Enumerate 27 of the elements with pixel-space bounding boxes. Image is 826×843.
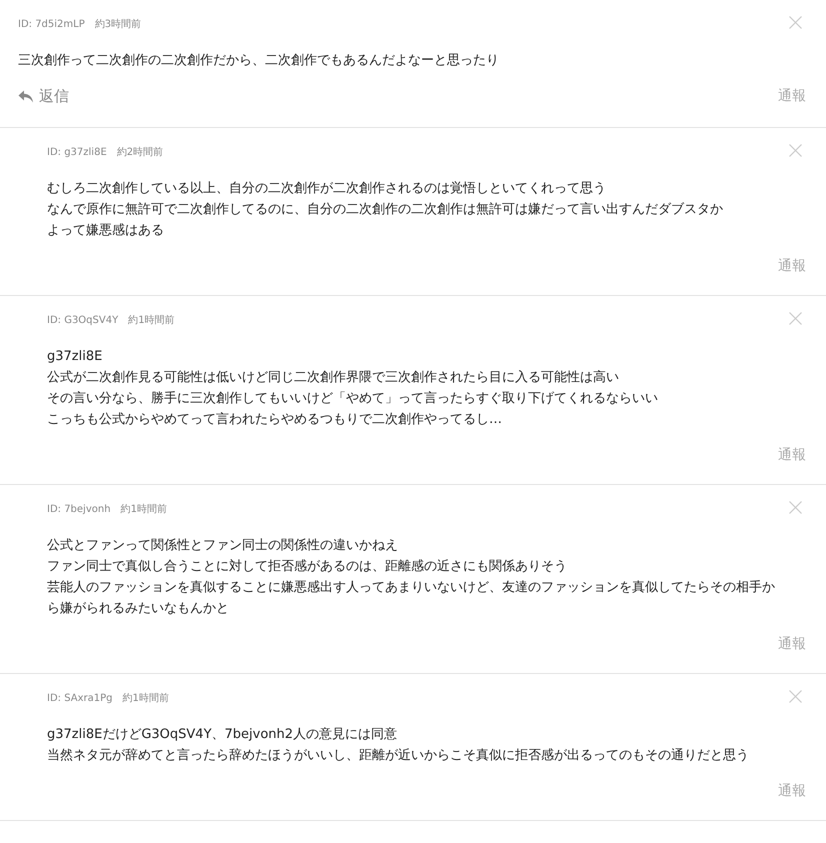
timestamp: 約2時間前 — [116, 146, 164, 160]
close-icon[interactable] — [789, 312, 802, 325]
user-id: ID: 7d5i2mLP — [18, 18, 85, 32]
timestamp: 約1時間前 — [122, 692, 169, 706]
timestamp: 約1時間前 — [120, 503, 167, 517]
comment-text: g37zli8E 公式が二次創作見る可能性は低いけど同じ二次創作界隈で三次創作されたら目に入る可能性は高い その言い分なら、勝手に三次創作してもいいけど「やめて」って言ったらすぐ取り下げてくれるならいい こっちも公式からやめてって言われたらやめるつもりで二次創作やってるし… — [47, 348, 659, 429]
report-link[interactable]: 通報 — [778, 256, 806, 276]
user-id: ID: g37zli8E — [47, 146, 107, 160]
user-id: ID: SAxra1Pg — [47, 692, 112, 706]
comment-text: g37zli8EだけどG3OqSV4Y、7bejvonh2人の意見には同意 当然ネタ元が辞めてと言ったら辞めたほうがいいし、距離が近いからこそ真似に拒否感が出るってのもその通りだと思う — [47, 726, 750, 765]
report-link[interactable]: 通報 — [778, 634, 806, 654]
comment-text: 公式とファンって関係性とファン同士の関係性の違いかねえ ファン同士で真似し合うことに対して拒否感があるのは、距離感の近さにも関係ありそう 芸能人のファッションを真似することに嫌悪感出す人ってあまりいないけど、友達のファッションを真似してたらその相手か ら嫌がられるみたいなもんかと — [47, 537, 776, 618]
comment-text: むしろ二次創作している以上、自分の二次創作が二次創作されるのは覚悟しといてくれって思う なんで原作に無許可で二次創作してるのに、自分の二次創作の二次創作は無許可は嫌だって言い出すんだダブスタか よって嫌悪感はある — [47, 180, 724, 240]
comment-text: 三次創作って二次創作の二次創作だから、二次創作でもあるんだよなーと思ったり — [18, 52, 500, 70]
close-icon[interactable] — [789, 16, 802, 29]
timestamp: 約3時間前 — [94, 18, 142, 32]
report-link[interactable]: 通報 — [778, 86, 806, 106]
close-icon[interactable] — [789, 690, 802, 703]
close-icon[interactable] — [789, 501, 802, 514]
reply-button[interactable]: 返信 — [18, 84, 69, 108]
close-icon[interactable] — [789, 144, 802, 157]
report-link[interactable]: 通報 — [778, 780, 806, 802]
timestamp: 約1時間前 — [128, 314, 175, 328]
reply-arrow-icon — [18, 90, 34, 102]
user-id: ID: 7bejvonh — [47, 503, 111, 517]
report-link[interactable]: 通報 — [778, 444, 806, 466]
user-id: ID: G3OqSV4Y — [47, 314, 118, 328]
